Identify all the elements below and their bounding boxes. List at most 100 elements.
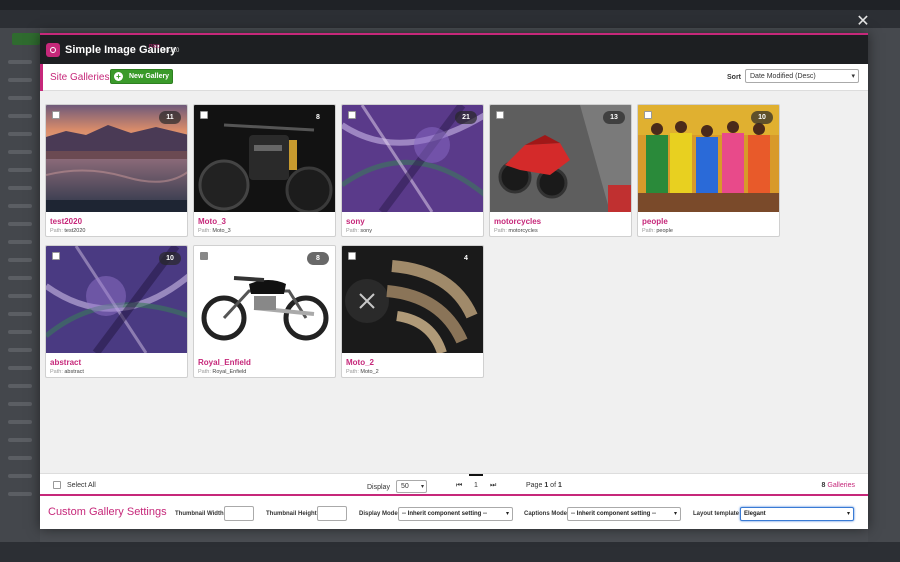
gallery-card[interactable]: 21 sony Path: sony xyxy=(341,104,484,237)
gallery-path: Path: Royal_Enfield xyxy=(198,369,246,375)
settings-title: Custom Gallery Settings xyxy=(48,506,167,518)
image-count-badge: 10 xyxy=(159,252,181,265)
image-count-badge: 8 xyxy=(316,114,320,121)
gallery-card[interactable]: 8 Royal_Enfield Path: Royal_Enfield xyxy=(193,245,336,378)
captions-mode-value: -- Inherit component setting -- xyxy=(571,511,656,517)
gallery-path: Path: sony xyxy=(346,228,372,234)
path-key: Path: xyxy=(198,369,211,375)
layout-template-value: Elegant xyxy=(744,511,766,517)
gallery-checkbox[interactable] xyxy=(200,111,208,119)
gallery-name[interactable]: Moto_2 xyxy=(346,358,374,367)
gallery-card[interactable]: 10 people Path: people xyxy=(637,104,780,237)
gallery-toolbar: Site Galleries + New Gallery Sort Date M… xyxy=(40,64,868,91)
display-mode-label: Display Mode xyxy=(359,511,398,517)
gallery-checkbox[interactable] xyxy=(200,252,208,260)
last-page-icon[interactable]: ⏭ xyxy=(490,482,496,490)
image-count-badge: 13 xyxy=(603,111,625,124)
gallery-path: Path: Moto_3 xyxy=(198,228,231,234)
background-text-lines xyxy=(8,60,38,510)
layout-template-select[interactable]: Elegant ▾ xyxy=(740,507,854,521)
thumbnail-height-input[interactable] xyxy=(317,506,347,521)
gallery-name[interactable]: people xyxy=(642,217,668,226)
background-save-button xyxy=(12,33,40,45)
chevron-down-icon: ▾ xyxy=(420,484,424,490)
display-mode-select[interactable]: -- Inherit component setting -- ▾ xyxy=(398,507,513,521)
gallery-card[interactable]: 8 Moto_3 Path: Moto_3 xyxy=(193,104,336,237)
path-value: Royal_Enfield xyxy=(212,369,247,375)
chevron-down-icon: ▾ xyxy=(846,511,850,517)
gallery-path: Path: motorcycles xyxy=(494,228,538,234)
path-key: Path: xyxy=(50,369,63,375)
background-toolbar xyxy=(0,10,900,28)
first-page-icon[interactable]: ⏮ xyxy=(456,482,462,490)
path-key: Path: xyxy=(50,228,63,234)
gallery-card[interactable]: 13 motorcycles Path: motorcycles xyxy=(489,104,632,237)
path-key: Path: xyxy=(346,228,359,234)
page-number-button[interactable]: 1 xyxy=(474,482,478,489)
sort-value: Date Modified (Desc) xyxy=(750,73,816,80)
display-label: Display xyxy=(367,484,390,491)
gallery-checkbox[interactable] xyxy=(496,111,504,119)
gallery-checkbox[interactable] xyxy=(348,252,356,260)
background-statusbar xyxy=(0,542,900,562)
gallery-checkbox[interactable] xyxy=(52,111,60,119)
path-value: test2020 xyxy=(64,228,86,234)
camera-icon xyxy=(46,43,60,57)
select-all-checkbox[interactable] xyxy=(53,481,61,489)
close-icon[interactable]: ✕ xyxy=(855,14,871,30)
gallery-path: Path: people xyxy=(642,228,673,234)
page-indicator: Page 1 of 1 xyxy=(526,482,562,489)
app-version: v3.8.0 xyxy=(163,48,180,54)
gallery-name[interactable]: Royal_Enfield xyxy=(198,358,251,367)
gallery-name[interactable]: sony xyxy=(346,217,365,226)
thumbnail-width-input[interactable] xyxy=(224,506,254,521)
image-count-badge: 11 xyxy=(159,111,181,124)
path-key: Path: xyxy=(198,228,211,234)
path-key: Path: xyxy=(494,228,507,234)
sort-label: Sort xyxy=(727,74,741,81)
app-edition: PRO xyxy=(149,44,160,50)
gallery-name[interactable]: test2020 xyxy=(50,217,82,226)
page-total: 1 xyxy=(557,482,562,489)
path-key: Path: xyxy=(346,369,359,375)
page-of: of xyxy=(550,482,557,489)
path-key: Path: xyxy=(642,228,655,234)
display-value: 50 xyxy=(401,483,409,490)
path-value: Moto_3 xyxy=(212,228,231,234)
gallery-card[interactable]: 11 test2020 Path: test2020 xyxy=(45,104,188,237)
gallery-name[interactable]: Moto_3 xyxy=(198,217,226,226)
page-current: 1 xyxy=(544,482,549,489)
gallery-modal: Simple Image Gallery PRO v3.8.0 Site Gal… xyxy=(40,33,868,529)
gallery-name[interactable]: abstract xyxy=(50,358,81,367)
gallery-count: 8 Galleries xyxy=(822,482,855,489)
gallery-checkbox[interactable] xyxy=(644,111,652,119)
gallery-card[interactable]: 4 Moto_2 Path: Moto_2 xyxy=(341,245,484,378)
image-count-badge: 4 xyxy=(464,255,468,262)
gallery-count-label: Galleries xyxy=(827,482,855,489)
display-select[interactable]: 50 ▾ xyxy=(396,480,427,493)
gallery-checkbox[interactable] xyxy=(348,111,356,119)
active-page-indicator xyxy=(469,474,483,476)
path-value: abstract xyxy=(64,369,84,375)
new-gallery-label: New Gallery xyxy=(129,73,170,80)
gallery-card[interactable]: 10 abstract Path: abstract xyxy=(45,245,188,378)
custom-gallery-settings: Custom Gallery Settings Thumbnail Width … xyxy=(40,494,868,529)
gallery-count-number: 8 xyxy=(821,482,826,489)
gallery-checkbox[interactable] xyxy=(52,252,60,260)
thumbnail-height-label: Thumbnail Height xyxy=(266,511,317,517)
gallery-path: Path: abstract xyxy=(50,369,84,375)
image-count-badge: 8 xyxy=(307,252,329,265)
toolbar-accent xyxy=(40,64,43,91)
background-topbar xyxy=(0,0,900,10)
section-title: Site Galleries xyxy=(50,72,110,83)
background-right-panel xyxy=(868,28,900,542)
sort-select[interactable]: Date Modified (Desc) ▾ xyxy=(745,69,859,83)
thumbnail-width-label: Thumbnail Width xyxy=(175,511,224,517)
captions-mode-select[interactable]: -- Inherit component setting -- ▾ xyxy=(567,507,681,521)
chevron-down-icon: ▾ xyxy=(851,73,855,80)
image-count-badge: 10 xyxy=(751,111,773,124)
new-gallery-button[interactable]: + New Gallery xyxy=(110,69,173,84)
gallery-name[interactable]: motorcycles xyxy=(494,217,541,226)
select-all-label[interactable]: Select All xyxy=(67,482,96,489)
captions-mode-label: Captions Mode xyxy=(524,511,567,517)
